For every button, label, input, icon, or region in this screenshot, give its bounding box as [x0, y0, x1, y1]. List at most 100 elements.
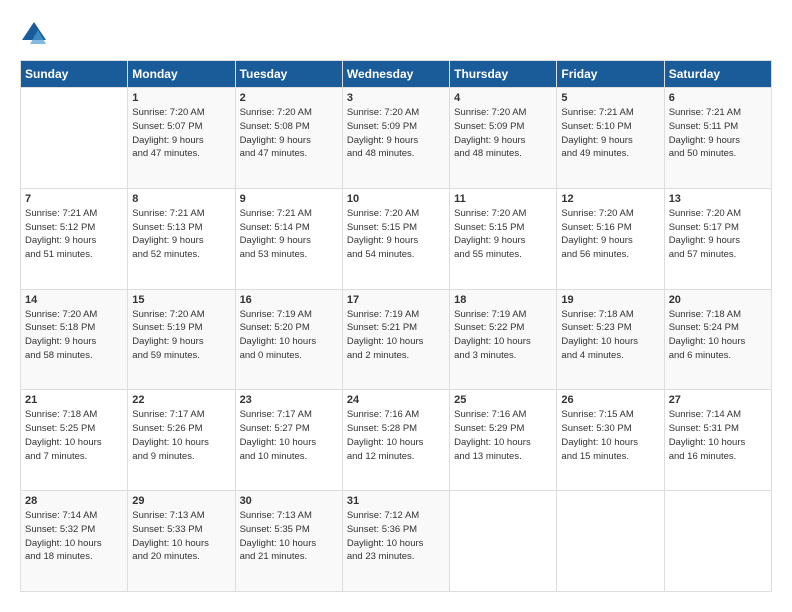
day-number: 14 — [25, 294, 123, 306]
day-cell — [557, 491, 664, 592]
day-info: Sunrise: 7:20 AM Sunset: 5:16 PM Dayligh… — [561, 207, 659, 262]
day-cell: 26 Sunrise: 7:15 AM Sunset: 5:30 PM Dayli… — [557, 390, 664, 491]
header — [20, 20, 772, 48]
day-info: Sunrise: 7:18 AM Sunset: 5:24 PM Dayligh… — [669, 308, 767, 363]
day-cell: 29Sunrise: 7:13 AM Sunset: 5:33 PM Dayli… — [128, 491, 235, 592]
day-number: 12 — [561, 193, 659, 205]
day-info: Sunrise: 7:20 AM Sunset: 5:17 PM Dayligh… — [669, 207, 767, 262]
day-number: 19 — [561, 294, 659, 306]
day-number: 18 — [454, 294, 552, 306]
day-cell: 8 Sunrise: 7:21 AM Sunset: 5:13 PM Daylig… — [128, 188, 235, 289]
day-cell: 1 Sunrise: 7:20 AM Sunset: 5:07 PM Daylig… — [128, 88, 235, 189]
logo-icon — [20, 20, 48, 48]
day-cell: 25Sunrise: 7:16 AM Sunset: 5:29 PM Dayli… — [450, 390, 557, 491]
day-info: Sunrise: 7:13 AM Sunset: 5:35 PM Dayligh… — [240, 509, 338, 564]
day-number: 6 — [669, 92, 767, 104]
day-cell: 5Sunrise: 7:21 AM Sunset: 5:10 PM Daylig… — [557, 88, 664, 189]
day-header-saturday: Saturday — [664, 61, 771, 88]
day-info: Sunrise: 7:20 AM Sunset: 5:15 PM Dayligh… — [454, 207, 552, 262]
week-row-4: 21 Sunrise: 7:18 AM Sunset: 5:25 PM Dayli… — [21, 390, 772, 491]
day-cell: 20 Sunrise: 7:18 AM Sunset: 5:24 PM Dayli… — [664, 289, 771, 390]
day-cell: 16 Sunrise: 7:19 AM Sunset: 5:20 PM Dayli… — [235, 289, 342, 390]
day-number: 15 — [132, 294, 230, 306]
day-info: Sunrise: 7:20 AM Sunset: 5:19 PM Dayligh… — [132, 308, 230, 363]
day-header-monday: Monday — [128, 61, 235, 88]
day-cell — [450, 491, 557, 592]
day-cell: 21 Sunrise: 7:18 AM Sunset: 5:25 PM Dayli… — [21, 390, 128, 491]
day-cell — [664, 491, 771, 592]
day-number: 24 — [347, 394, 445, 406]
day-info: Sunrise: 7:21 AM Sunset: 5:10 PM Dayligh… — [561, 106, 659, 161]
day-header-thursday: Thursday — [450, 61, 557, 88]
day-number: 29 — [132, 495, 230, 507]
day-info: Sunrise: 7:12 AM Sunset: 5:36 PM Dayligh… — [347, 509, 445, 564]
day-number: 16 — [240, 294, 338, 306]
day-info: Sunrise: 7:16 AM Sunset: 5:28 PM Dayligh… — [347, 408, 445, 463]
day-info: Sunrise: 7:20 AM Sunset: 5:18 PM Dayligh… — [25, 308, 123, 363]
day-cell: 30Sunrise: 7:13 AM Sunset: 5:35 PM Dayli… — [235, 491, 342, 592]
day-header-tuesday: Tuesday — [235, 61, 342, 88]
day-cell: 9 Sunrise: 7:21 AM Sunset: 5:14 PM Daylig… — [235, 188, 342, 289]
day-number: 28 — [25, 495, 123, 507]
day-info: Sunrise: 7:17 AM Sunset: 5:27 PM Dayligh… — [240, 408, 338, 463]
day-number: 4 — [454, 92, 552, 104]
day-number: 27 — [669, 394, 767, 406]
day-cell: 12 Sunrise: 7:20 AM Sunset: 5:16 PM Dayli… — [557, 188, 664, 289]
day-number: 23 — [240, 394, 338, 406]
day-cell: 28 Sunrise: 7:14 AM Sunset: 5:32 PM Dayli… — [21, 491, 128, 592]
day-cell: 10 Sunrise: 7:20 AM Sunset: 5:15 PM Dayli… — [342, 188, 449, 289]
day-header-friday: Friday — [557, 61, 664, 88]
day-cell: 23 Sunrise: 7:17 AM Sunset: 5:27 PM Dayli… — [235, 390, 342, 491]
day-cell: 15 Sunrise: 7:20 AM Sunset: 5:19 PM Dayli… — [128, 289, 235, 390]
day-cell: 18Sunrise: 7:19 AM Sunset: 5:22 PM Dayli… — [450, 289, 557, 390]
day-number: 26 — [561, 394, 659, 406]
week-row-5: 28 Sunrise: 7:14 AM Sunset: 5:32 PM Dayli… — [21, 491, 772, 592]
calendar-table: SundayMondayTuesdayWednesdayThursdayFrid… — [20, 60, 772, 592]
day-info: Sunrise: 7:20 AM Sunset: 5:09 PM Dayligh… — [347, 106, 445, 161]
day-cell: 7Sunrise: 7:21 AM Sunset: 5:12 PM Daylig… — [21, 188, 128, 289]
day-cell: 4 Sunrise: 7:20 AM Sunset: 5:09 PM Daylig… — [450, 88, 557, 189]
day-info: Sunrise: 7:15 AM Sunset: 5:30 PM Dayligh… — [561, 408, 659, 463]
day-info: Sunrise: 7:20 AM Sunset: 5:09 PM Dayligh… — [454, 106, 552, 161]
day-info: Sunrise: 7:21 AM Sunset: 5:13 PM Dayligh… — [132, 207, 230, 262]
day-number: 20 — [669, 294, 767, 306]
day-number: 8 — [132, 193, 230, 205]
day-header-sunday: Sunday — [21, 61, 128, 88]
day-header-wednesday: Wednesday — [342, 61, 449, 88]
week-row-1: 1 Sunrise: 7:20 AM Sunset: 5:07 PM Daylig… — [21, 88, 772, 189]
page: SundayMondayTuesdayWednesdayThursdayFrid… — [0, 0, 792, 612]
day-number: 1 — [132, 92, 230, 104]
day-info: Sunrise: 7:20 AM Sunset: 5:15 PM Dayligh… — [347, 207, 445, 262]
day-info: Sunrise: 7:16 AM Sunset: 5:29 PM Dayligh… — [454, 408, 552, 463]
day-number: 13 — [669, 193, 767, 205]
day-number: 11 — [454, 193, 552, 205]
day-info: Sunrise: 7:14 AM Sunset: 5:32 PM Dayligh… — [25, 509, 123, 564]
day-number: 21 — [25, 394, 123, 406]
day-info: Sunrise: 7:19 AM Sunset: 5:21 PM Dayligh… — [347, 308, 445, 363]
day-number: 10 — [347, 193, 445, 205]
day-cell: 17Sunrise: 7:19 AM Sunset: 5:21 PM Dayli… — [342, 289, 449, 390]
day-info: Sunrise: 7:19 AM Sunset: 5:20 PM Dayligh… — [240, 308, 338, 363]
day-number: 3 — [347, 92, 445, 104]
day-number: 2 — [240, 92, 338, 104]
day-cell: 2Sunrise: 7:20 AM Sunset: 5:08 PM Daylig… — [235, 88, 342, 189]
day-cell: 14 Sunrise: 7:20 AM Sunset: 5:18 PM Dayli… — [21, 289, 128, 390]
logo — [20, 20, 50, 48]
day-number: 7 — [25, 193, 123, 205]
day-cell: 19Sunrise: 7:18 AM Sunset: 5:23 PM Dayli… — [557, 289, 664, 390]
day-number: 9 — [240, 193, 338, 205]
day-info: Sunrise: 7:21 AM Sunset: 5:14 PM Dayligh… — [240, 207, 338, 262]
day-cell: 13 Sunrise: 7:20 AM Sunset: 5:17 PM Dayli… — [664, 188, 771, 289]
day-cell: 27Sunrise: 7:14 AM Sunset: 5:31 PM Dayli… — [664, 390, 771, 491]
day-cell: 22Sunrise: 7:17 AM Sunset: 5:26 PM Dayli… — [128, 390, 235, 491]
day-cell: 6 Sunrise: 7:21 AM Sunset: 5:11 PM Daylig… — [664, 88, 771, 189]
day-cell: 24 Sunrise: 7:16 AM Sunset: 5:28 PM Dayli… — [342, 390, 449, 491]
day-cell: 3 Sunrise: 7:20 AM Sunset: 5:09 PM Daylig… — [342, 88, 449, 189]
day-info: Sunrise: 7:20 AM Sunset: 5:07 PM Dayligh… — [132, 106, 230, 161]
day-number: 22 — [132, 394, 230, 406]
week-row-2: 7Sunrise: 7:21 AM Sunset: 5:12 PM Daylig… — [21, 188, 772, 289]
day-number: 31 — [347, 495, 445, 507]
day-info: Sunrise: 7:21 AM Sunset: 5:11 PM Dayligh… — [669, 106, 767, 161]
day-info: Sunrise: 7:18 AM Sunset: 5:25 PM Dayligh… — [25, 408, 123, 463]
week-row-3: 14 Sunrise: 7:20 AM Sunset: 5:18 PM Dayli… — [21, 289, 772, 390]
